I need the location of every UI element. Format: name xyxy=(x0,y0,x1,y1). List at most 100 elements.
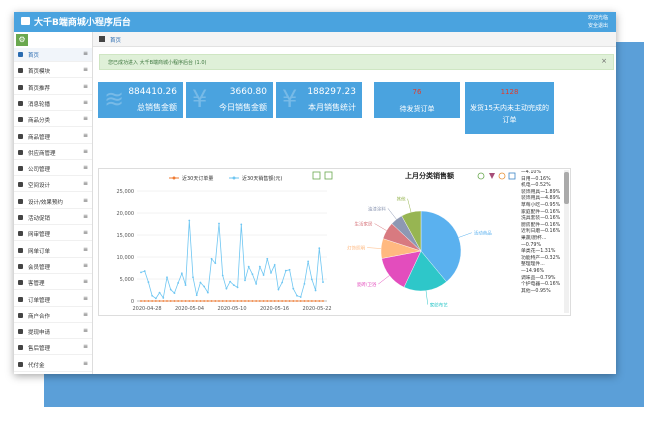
sidebar-item-label: 供应商管理 xyxy=(28,150,56,157)
menu-item-icon xyxy=(18,296,23,302)
refresh-icon xyxy=(498,172,506,180)
sidebar-item[interactable]: 商品管理 ≡ xyxy=(14,130,92,144)
sidebar-item[interactable]: 代付金 ≡ xyxy=(14,358,92,372)
data-point xyxy=(140,300,142,302)
menu-icon[interactable]: ≡ xyxy=(83,343,88,350)
x-tick-label: 2020-05-04 xyxy=(175,306,204,312)
data-point xyxy=(154,300,157,302)
menu-icon[interactable]: ≡ xyxy=(83,278,88,285)
x-tick-label: 2020-05-22 xyxy=(302,306,331,312)
pie-slice-label: 油漆涂料 xyxy=(368,205,386,212)
gear-icon[interactable]: ⚙ xyxy=(16,34,28,46)
legend-marker xyxy=(172,176,176,180)
data-point xyxy=(173,300,176,302)
menu-item-icon xyxy=(18,84,23,90)
database-icon: ≋ xyxy=(104,85,125,113)
sidebar-item[interactable]: 商品分类 ≡ xyxy=(14,113,92,128)
menu-icon[interactable]: ≡ xyxy=(83,115,88,122)
sidebar-item[interactable]: 提现申请 ≡ xyxy=(14,325,92,340)
pie-leader-line xyxy=(374,223,387,231)
data-point xyxy=(273,300,276,302)
menu-icon[interactable]: ≡ xyxy=(83,99,88,106)
menu-item-icon xyxy=(18,52,23,57)
data-point xyxy=(236,300,239,302)
menu-icon[interactable]: ≡ xyxy=(83,262,88,269)
data-point xyxy=(244,279,246,282)
sidebar-item[interactable]: 设计/效果预约 ≡ xyxy=(14,195,92,209)
data-point xyxy=(281,281,284,284)
menu-item-icon xyxy=(18,280,23,286)
menu-icon[interactable]: ≡ xyxy=(83,229,88,236)
category-percent-item: 单类花—1.31% xyxy=(521,249,556,255)
data-point xyxy=(162,297,165,299)
sidebar-item[interactable]: 网单订单 ≡ xyxy=(14,244,92,258)
sidebar-item[interactable]: 商户合作 ≡ xyxy=(14,309,92,323)
menu-icon[interactable]: ≡ xyxy=(83,295,88,302)
data-point xyxy=(192,276,194,279)
menu-item-icon xyxy=(18,198,23,204)
category-percent-item: 机电—0.52% xyxy=(521,183,551,189)
sidebar-item[interactable]: 活动促销 ≡ xyxy=(14,211,92,225)
sidebar-item[interactable]: 首页模块 ≡ xyxy=(14,64,92,79)
menu-icon[interactable]: ≡ xyxy=(83,66,88,73)
stat-card-overdue-orders[interactable]: 1128 发货15天内未主动完成的订单 xyxy=(465,82,554,134)
stat-card-today-sales[interactable]: ¥ 3660.80 今日销售金额 xyxy=(186,82,273,118)
data-point xyxy=(203,285,206,288)
pie-leader-line xyxy=(458,232,472,238)
menu-icon[interactable]: ≡ xyxy=(83,311,88,318)
menu-icon[interactable]: ≡ xyxy=(83,50,88,57)
data-point xyxy=(140,271,142,274)
app-title: 大千B端商城小程序后台 xyxy=(34,18,131,28)
sidebar-item[interactable]: 网审管理 ≡ xyxy=(14,227,92,242)
stat-card-total-sales[interactable]: ≋ 884410.26 总销售金额 xyxy=(98,82,183,118)
data-point xyxy=(258,300,261,302)
alert-close-button[interactable]: × xyxy=(601,57,607,65)
pie-slice-label: 灯饰照明 xyxy=(347,245,365,252)
sidebar-item-label: 商品分类 xyxy=(28,118,51,125)
filter-icon xyxy=(489,173,495,179)
menu-icon[interactable]: ≡ xyxy=(83,148,88,155)
sidebar-item[interactable]: 首页推荐 ≡ xyxy=(14,81,92,95)
menu-icon[interactable]: ≡ xyxy=(83,83,88,90)
data-point xyxy=(310,278,313,281)
stat-card-month-sales[interactable]: ¥ 188297.23 本月销售统计 xyxy=(276,82,362,118)
data-point xyxy=(270,300,272,302)
menu-icon[interactable]: ≡ xyxy=(83,197,88,204)
sidebar-item[interactable]: 首页 ≡ xyxy=(14,48,92,62)
data-point xyxy=(292,300,295,302)
data-point xyxy=(255,282,258,285)
sidebar-item[interactable]: 会员管理 ≡ xyxy=(14,260,92,274)
data-point xyxy=(214,262,217,265)
sidebar-item[interactable]: 消息轮播 ≡ xyxy=(14,97,92,111)
sidebar-item-label: 设计/效果预约 xyxy=(28,199,63,206)
list-scrollbar[interactable] xyxy=(564,170,569,313)
data-point xyxy=(225,300,228,302)
logout-link[interactable]: 安全退出 xyxy=(588,22,608,29)
stat-card-pending-shipment[interactable]: 76 待发货订单 xyxy=(374,82,460,118)
sidebar-item[interactable]: 公司管理 ≡ xyxy=(14,162,92,177)
data-point xyxy=(147,300,150,302)
pie-slice-label: 其他 xyxy=(397,196,406,203)
breadcrumb-home[interactable]: 首页 xyxy=(110,36,121,44)
data-point xyxy=(288,268,291,271)
menu-icon[interactable]: ≡ xyxy=(83,132,88,139)
sidebar-item[interactable]: 订单管理 ≡ xyxy=(14,293,92,307)
scrollbar-thumb[interactable] xyxy=(564,172,569,204)
home-icon[interactable] xyxy=(99,36,105,42)
welcome-link[interactable]: 欢迎光临 xyxy=(588,14,608,21)
menu-icon[interactable]: ≡ xyxy=(83,360,88,367)
sidebar-item-label: 网单订单 xyxy=(28,248,51,255)
menu-icon[interactable]: ≡ xyxy=(83,246,88,253)
sidebar-item[interactable]: 客管理 ≡ xyxy=(14,276,92,291)
sidebar-item[interactable]: 供应商管理 ≡ xyxy=(14,146,92,160)
y-tick-label: 15,000 xyxy=(117,233,135,239)
menu-icon[interactable]: ≡ xyxy=(83,213,88,220)
sidebar-item[interactable]: 售后管理 ≡ xyxy=(14,341,92,356)
menu-icon[interactable]: ≡ xyxy=(83,180,88,187)
alert-text: 您已成功进入 大千B端商城小程序后台 (1.0) xyxy=(108,60,207,66)
sidebar-item[interactable]: 空间设计 ≡ xyxy=(14,178,92,193)
data-point xyxy=(184,300,187,302)
menu-icon[interactable]: ≡ xyxy=(83,164,88,171)
sidebar-item-label: 消息轮播 xyxy=(28,101,51,108)
menu-icon[interactable]: ≡ xyxy=(83,327,88,334)
